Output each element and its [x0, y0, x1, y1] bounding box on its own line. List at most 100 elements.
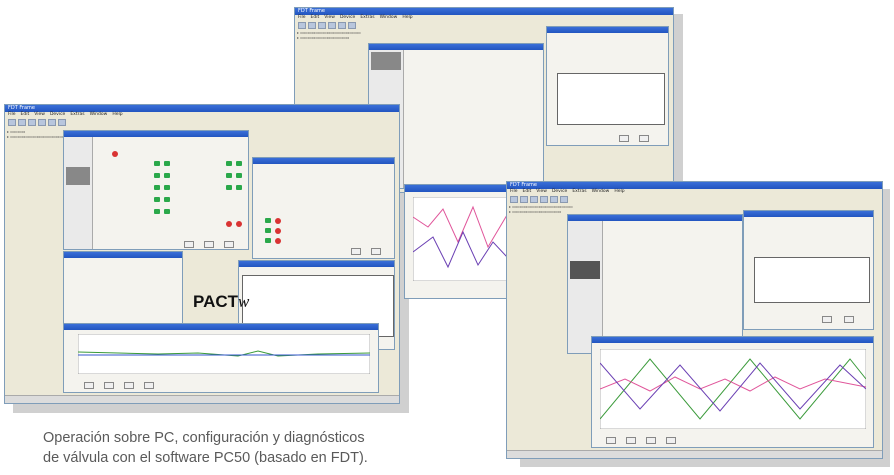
- dialog-button[interactable]: [639, 135, 649, 142]
- device-tree[interactable]: ▭▭▭▭▭▭▭▭▭▭▭▭▭▭▭▭ ▭▭▭▭▭▭▭▭▭▭▭▭▭: [297, 30, 361, 40]
- device-tree[interactable]: ▭▭▭▭ ▭▭▭▭▭▭▭▭▭▭▭▭▭▭: [7, 129, 63, 139]
- menu-view[interactable]: View: [536, 189, 547, 194]
- status-error-icon: [112, 151, 118, 157]
- subwindow-diagnosis[interactable]: [546, 26, 669, 146]
- trend-chart-mid: [413, 197, 507, 281]
- toolbar-button[interactable]: [510, 195, 518, 203]
- parameter-grid: [409, 102, 539, 148]
- status-ok-icon: [154, 209, 160, 214]
- menu-help[interactable]: Help: [614, 189, 624, 194]
- dialog-button[interactable]: [184, 241, 194, 248]
- subwindow-trend[interactable]: [63, 323, 379, 393]
- menu-device[interactable]: Device: [552, 189, 567, 194]
- menu-extras[interactable]: Extras: [572, 189, 586, 194]
- pactware-logo: PACTw: [193, 292, 249, 312]
- tree-node[interactable]: ▭▭▭▭▭▭▭▭▭▭▭▭▭▭: [7, 134, 63, 139]
- subwindow-titlebar: [64, 252, 182, 258]
- dialog-button[interactable]: [822, 316, 832, 323]
- tree-node[interactable]: ▭▭▭▭▭▭▭▭▭▭▭▭▭: [509, 209, 573, 214]
- menu-view[interactable]: View: [34, 112, 45, 117]
- status-ok-icon: [226, 161, 232, 166]
- device-image: [570, 261, 600, 279]
- device-image: [66, 167, 90, 185]
- dialog-button[interactable]: [204, 241, 214, 248]
- window-left-titlebar: FDT Frame: [5, 105, 399, 112]
- toolbar-button[interactable]: [308, 21, 316, 29]
- toolbar-button[interactable]: [18, 118, 26, 126]
- menu-file[interactable]: File: [510, 189, 518, 194]
- subwindow-calibration[interactable]: [252, 157, 395, 259]
- toolbar-button[interactable]: [560, 195, 568, 203]
- menu-window[interactable]: Window: [380, 15, 398, 20]
- dialog-button[interactable]: [351, 248, 361, 255]
- subwindow-parameter[interactable]: [567, 214, 743, 354]
- toolbar-button[interactable]: [338, 21, 346, 29]
- dialog-button[interactable]: [626, 437, 636, 444]
- subwindow-trend[interactable]: [591, 336, 874, 448]
- toolbar-button[interactable]: [318, 21, 326, 29]
- subwindow-sidebar: [64, 137, 93, 249]
- toolbar-button[interactable]: [520, 195, 528, 203]
- status-error-icon: [275, 238, 281, 244]
- subwindow-titlebar: [253, 158, 394, 164]
- dialog-button[interactable]: [124, 382, 134, 389]
- toolbar-button[interactable]: [328, 21, 336, 29]
- toolbar-button[interactable]: [8, 118, 16, 126]
- dialog-button[interactable]: [666, 437, 676, 444]
- dialog-button[interactable]: [619, 135, 629, 142]
- menu-edit[interactable]: Edit: [21, 112, 30, 117]
- status-ok-icon: [164, 161, 170, 166]
- menu-edit[interactable]: Edit: [311, 15, 320, 20]
- dialog-button[interactable]: [144, 382, 154, 389]
- status-ok-icon: [154, 161, 160, 166]
- menu-file[interactable]: File: [298, 15, 306, 20]
- toolbar-button[interactable]: [540, 195, 548, 203]
- dialog-button[interactable]: [606, 437, 616, 444]
- subwindow-titlebar: [64, 324, 378, 330]
- trend-chart: [600, 349, 866, 429]
- subwindow-diagnosis[interactable]: [743, 210, 874, 330]
- window-trend-mid[interactable]: [404, 184, 512, 299]
- menu-device[interactable]: Device: [50, 112, 65, 117]
- menu-extras[interactable]: Extras: [70, 112, 84, 117]
- status-error-icon: [226, 221, 232, 227]
- window-right[interactable]: FDT Frame File Edit View Device Extras Window…: [506, 181, 883, 459]
- menu-help[interactable]: Help: [112, 112, 122, 117]
- dialog-button[interactable]: [646, 437, 656, 444]
- subwindow-device[interactable]: [63, 251, 183, 333]
- status-ok-icon: [236, 161, 242, 166]
- menu-window[interactable]: Window: [90, 112, 108, 117]
- dialog-button[interactable]: [844, 316, 854, 323]
- dialog-button[interactable]: [84, 382, 94, 389]
- toolbar-button[interactable]: [38, 118, 46, 126]
- subwindow-configuration[interactable]: [63, 130, 249, 250]
- toolbar-button[interactable]: [298, 21, 306, 29]
- status-error-icon: [275, 228, 281, 234]
- device-tree[interactable]: ▭▭▭▭▭▭▭▭▭▭▭▭▭▭▭▭ ▭▭▭▭▭▭▭▭▭▭▭▭▭: [509, 204, 573, 214]
- toolbar-button[interactable]: [48, 118, 56, 126]
- dialog-button[interactable]: [104, 382, 114, 389]
- menu-view[interactable]: View: [324, 15, 335, 20]
- menu-extras[interactable]: Extras: [360, 15, 374, 20]
- tree-node[interactable]: ▭▭▭▭▭▭▭▭▭▭▭▭▭: [297, 35, 361, 40]
- logo-suffix: w: [238, 292, 250, 311]
- toolbar-button[interactable]: [348, 21, 356, 29]
- window-left-statusbar: [5, 395, 399, 403]
- caption-line-1: Operación sobre PC, configuración y diag…: [43, 430, 365, 446]
- window-left[interactable]: FDT Frame File Edit View Device Extras Window…: [4, 104, 400, 404]
- menu-file[interactable]: File: [8, 112, 16, 117]
- subwindow-titlebar: [592, 337, 873, 343]
- toolbar-button[interactable]: [550, 195, 558, 203]
- toolbar-button[interactable]: [58, 118, 66, 126]
- menu-help[interactable]: Help: [402, 15, 412, 20]
- status-ok-icon: [236, 173, 242, 178]
- dialog-button[interactable]: [371, 248, 381, 255]
- dialog-button[interactable]: [224, 241, 234, 248]
- menu-device[interactable]: Device: [340, 15, 355, 20]
- status-ok-icon: [265, 238, 271, 243]
- toolbar-button[interactable]: [28, 118, 36, 126]
- menu-window[interactable]: Window: [592, 189, 610, 194]
- menu-edit[interactable]: Edit: [523, 189, 532, 194]
- toolbar-button[interactable]: [530, 195, 538, 203]
- status-ok-icon: [154, 185, 160, 190]
